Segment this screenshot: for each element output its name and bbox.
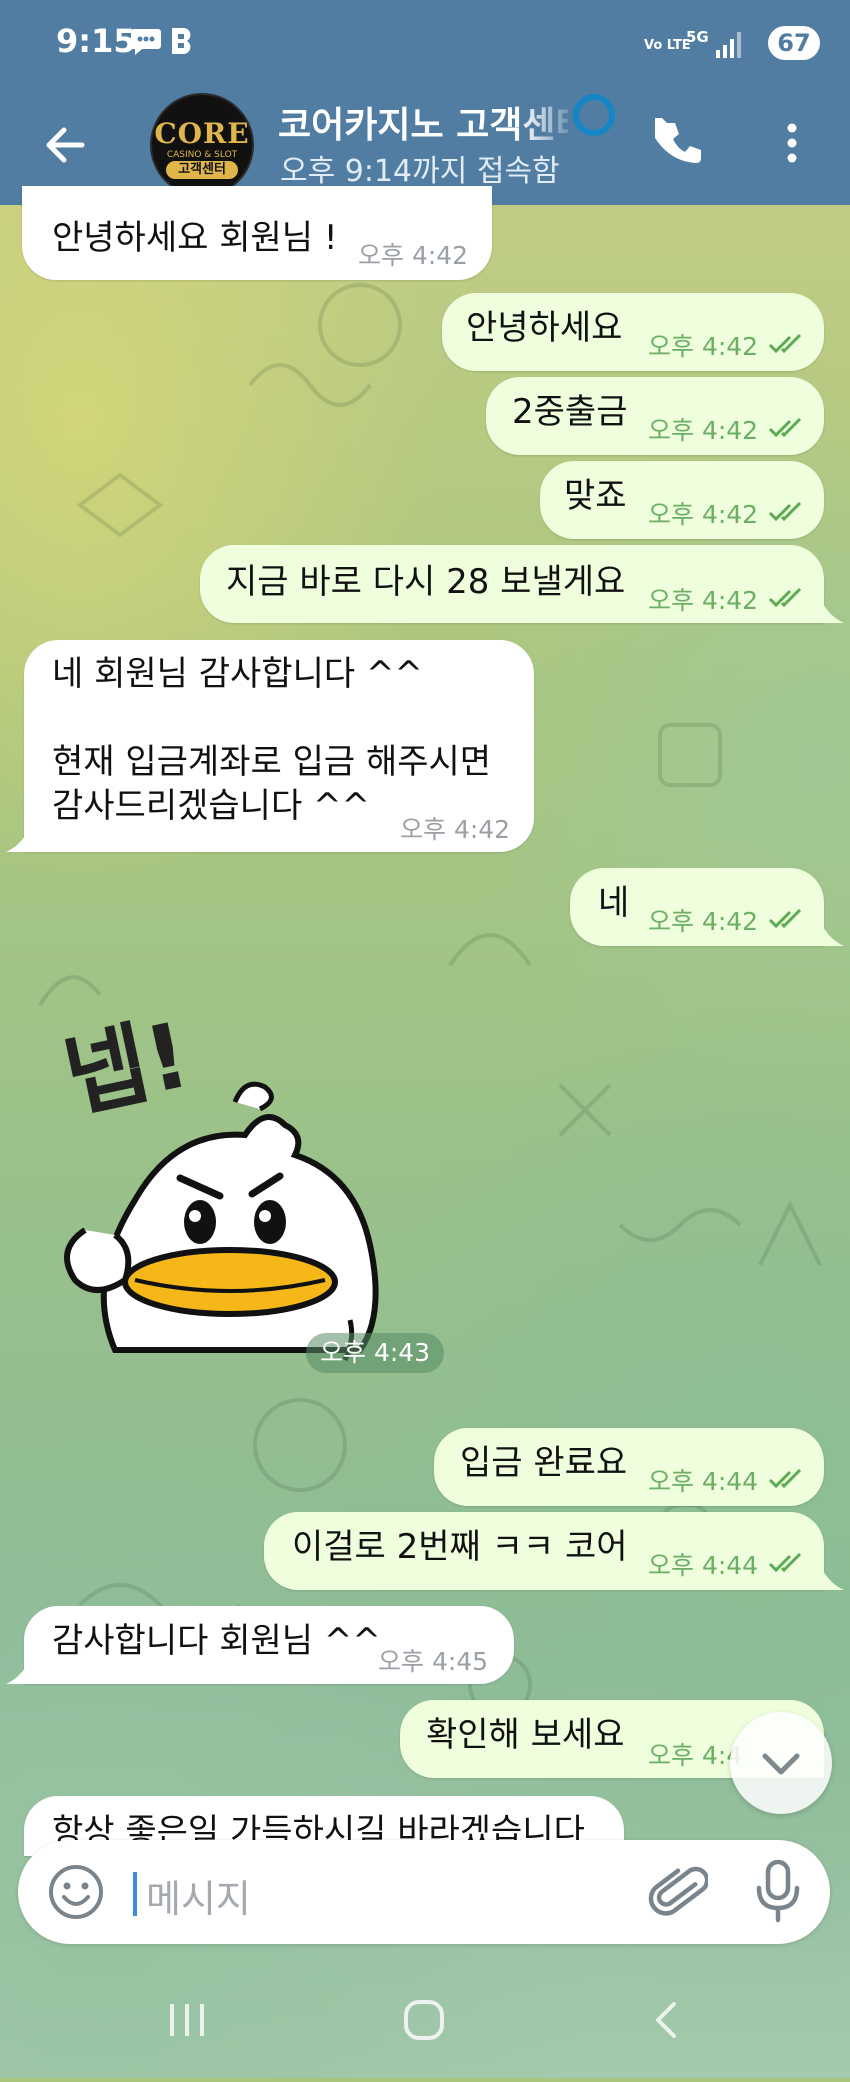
message-outgoing[interactable]: 이걸로 2번째 ㅋㅋ 코어 오후 4:44: [264, 1512, 824, 1590]
volte-label: Vo LTE: [644, 38, 691, 53]
message-time: 오후 4:42: [400, 815, 511, 844]
recents-button[interactable]: [170, 2004, 204, 2036]
double-check-icon: [768, 587, 802, 608]
avatar[interactable]: CORE CASINO & SLOT 고객센터: [150, 93, 254, 197]
back-button[interactable]: [656, 2002, 676, 2038]
double-check-icon: [768, 1552, 802, 1573]
message-composer: 메시지: [18, 1840, 830, 1944]
message-text: 확인해 보세요: [426, 1715, 625, 1755]
text-cursor: [133, 1872, 137, 1916]
double-check-icon: [768, 1468, 802, 1489]
message-time: 오후 4:42: [648, 416, 759, 445]
sticker-text: 넵!: [55, 1003, 198, 1131]
duck-sticker[interactable]: 넵!: [55, 990, 435, 1380]
message-outgoing[interactable]: 지금 바로 다시 28 보낼게요 오후 4:42: [200, 545, 824, 623]
battery-indicator: 67: [768, 26, 820, 60]
message-outgoing[interactable]: 맞죠 오후 4:42: [540, 461, 824, 539]
title-fade: [520, 96, 580, 146]
scroll-down-button[interactable]: [730, 1712, 832, 1814]
bubble-tail: [818, 593, 844, 623]
message-time: 오후 4:4: [648, 1741, 743, 1770]
double-check-icon: [768, 501, 802, 522]
back-arrow-icon[interactable]: [40, 120, 90, 170]
message-incoming[interactable]: 안녕하세요 회원님 ! 오후 4:42: [22, 186, 492, 280]
status-bar: 9:15 Vo LTE 5G 67: [0, 0, 850, 90]
last-seen-status: 오후 9:14까지 접속함: [280, 154, 560, 189]
message-text: 맞죠: [564, 476, 627, 516]
emoji-icon[interactable]: [46, 1862, 106, 1922]
message-time: 오후 4:42: [648, 586, 759, 615]
message-time: 오후 4:45: [378, 1647, 489, 1676]
message-text: 감사합니다 회원님 ^^: [52, 1621, 381, 1661]
message-outgoing[interactable]: 2중출금 오후 4:42: [486, 377, 824, 455]
mic-icon[interactable]: [753, 1858, 803, 1924]
phone-icon[interactable]: [655, 118, 705, 168]
message-time: 오후 4:42: [358, 241, 469, 270]
chat-notification-icon: [130, 29, 161, 55]
message-text: 이걸로 2번째 ㅋㅋ 코어: [292, 1527, 628, 1567]
message-time: 오후 4:42: [648, 332, 759, 361]
system-nav-bar: [0, 1960, 850, 2078]
network-5g-label: 5G: [686, 28, 709, 46]
message-outgoing[interactable]: 네 오후 4:42: [570, 868, 824, 946]
message-incoming[interactable]: 감사합니다 회원님 ^^ 오후 4:45: [24, 1606, 514, 1684]
message-outgoing[interactable]: 입금 완료요 오후 4:44: [434, 1428, 824, 1506]
bubble-tail: [6, 822, 32, 852]
status-time: 9:15: [56, 22, 136, 60]
avatar-badge: 고객센터: [166, 161, 238, 179]
chevron-down-icon: [762, 1753, 800, 1775]
attach-icon[interactable]: [648, 1860, 708, 1924]
sticker-time: 오후 4:43: [306, 1333, 445, 1373]
bubble-tail: [818, 1560, 844, 1590]
message-incoming[interactable]: 네 회원님 감사합니다 ^^ 현재 입금계좌로 입금 해주시면 감사드리겠습니다…: [24, 640, 534, 852]
avatar-logo: CORE: [154, 117, 250, 150]
double-check-icon: [768, 417, 802, 438]
message-text: 안녕하세요 회원님 !: [52, 218, 338, 258]
message-text: 2중출금: [512, 392, 628, 432]
message-time: 오후 4:44: [648, 1467, 759, 1496]
message-text: 안녕하세요: [466, 308, 623, 348]
double-check-icon: [768, 908, 802, 929]
home-button[interactable]: [404, 2000, 444, 2040]
message-text: 입금 완료요: [460, 1443, 628, 1483]
message-text: 네 회원님 감사합니다 ^^ 현재 입금계좌로 입금 해주시면 감사드리겠습니다…: [52, 654, 492, 826]
message-text: 지금 바로 다시 28 보낼게요: [226, 562, 626, 602]
avatar-tagline: CASINO & SLOT: [166, 150, 238, 160]
bubble-tail: [818, 916, 844, 946]
message-input[interactable]: 메시지: [146, 1868, 251, 1923]
bubble-tail: [6, 1654, 32, 1684]
more-vert-icon[interactable]: [777, 118, 807, 168]
double-check-icon: [768, 333, 802, 354]
signal-icon: [716, 32, 741, 58]
message-text: 네: [598, 883, 630, 923]
message-time: 오후 4:42: [648, 500, 759, 529]
b-app-notification-icon: [172, 28, 191, 54]
message-outgoing[interactable]: 안녕하세요 오후 4:42: [442, 293, 824, 371]
message-time: 오후 4:44: [648, 1551, 759, 1580]
message-time: 오후 4:42: [648, 907, 759, 936]
loading-ring-icon: [573, 94, 615, 136]
